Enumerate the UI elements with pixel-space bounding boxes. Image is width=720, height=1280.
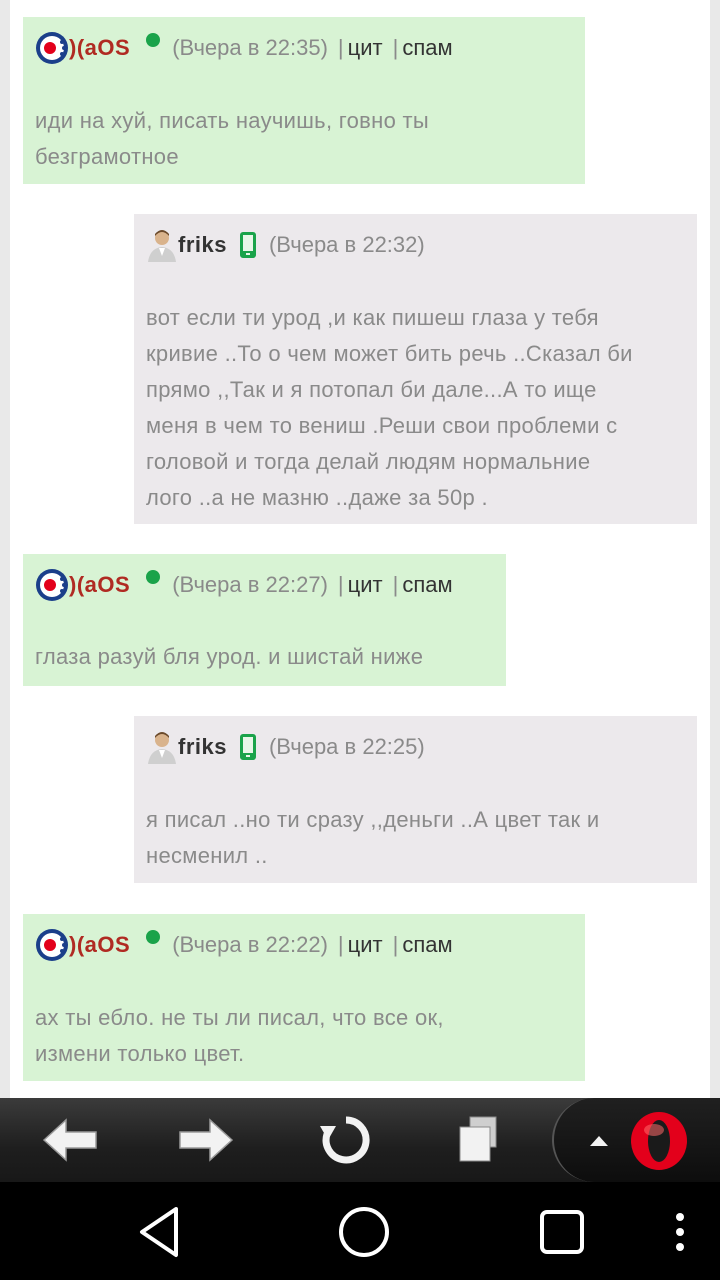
message-time: (Вчера в 22:25) <box>268 734 425 759</box>
text-line: головой и тогда делай людям нормальние <box>146 449 591 474</box>
message-header: friks (Вчера в 22:32) <box>146 230 425 262</box>
system-nav-bar <box>0 1182 720 1280</box>
forward-button[interactable] <box>174 1112 238 1168</box>
aos-logo-icon <box>36 929 68 961</box>
author-name[interactable]: friks <box>178 232 227 258</box>
message-own: )(aOS (Вчера в 22:27) | цит | спам глаза… <box>23 554 506 686</box>
message-text: ах ты ебло. не ты ли писал, что все ок, … <box>35 1000 573 1072</box>
text-line: иди на хуй, писать научишь, говно ты <box>35 108 430 133</box>
tabs-icon <box>459 1116 497 1162</box>
message-time: (Вчера в 22:32) <box>268 232 425 257</box>
overflow-menu-button[interactable] <box>648 1200 712 1264</box>
text-line: прямо ,,Так и я потопал би дале...А то и… <box>146 377 597 402</box>
text-line: глаза разуй бля урод. и шистай ниже <box>35 644 424 669</box>
opera-logo-icon <box>631 1112 687 1170</box>
message-text: я писал ..но ти сразу ,,деньги ..А цвет … <box>146 802 685 874</box>
author-name[interactable]: )(aOS <box>69 572 130 598</box>
forward-arrow-icon <box>179 1118 234 1162</box>
separator: | <box>392 35 399 60</box>
aos-logo-icon <box>36 32 68 64</box>
text-line: несменил .. <box>146 843 268 868</box>
text-line: безграмотное <box>35 144 179 169</box>
mobile-phone-icon <box>239 232 256 258</box>
message-header: )(aOS (Вчера в 22:27) | цит | спам <box>35 569 453 601</box>
system-back-button[interactable] <box>128 1200 192 1264</box>
back-triangle-icon <box>140 1207 178 1257</box>
text-line: ах ты ебло. не ты ли писал, что все ок, <box>35 1005 444 1030</box>
separator: | <box>337 572 344 597</box>
message-reply: friks (Вчера в 22:25) я писал ..но ти ср… <box>134 716 697 883</box>
message-time: (Вчера в 22:27) <box>172 572 328 597</box>
spam-link[interactable]: спам <box>402 932 452 958</box>
message-text: глаза разуй бля урод. и шистай ниже <box>35 639 494 675</box>
mobile-phone-icon <box>239 734 256 760</box>
separator: | <box>337 35 344 60</box>
online-dot-icon <box>146 33 161 47</box>
message-time: (Вчера в 22:35) <box>172 35 328 60</box>
separator: | <box>392 932 399 957</box>
spam-link[interactable]: спам <box>402 572 452 598</box>
back-button[interactable] <box>38 1112 102 1168</box>
cite-link[interactable]: цит <box>348 35 383 61</box>
online-dot-icon <box>146 570 161 584</box>
author-name[interactable]: )(aOS <box>69 932 130 958</box>
reload-icon <box>320 1116 370 1164</box>
spam-link[interactable]: спам <box>402 35 452 61</box>
message-own: )(aOS (Вчера в 22:35) | цит | спам иди н… <box>23 17 585 184</box>
text-line: я писал ..но ти сразу ,,деньги ..А цвет … <box>146 807 600 832</box>
overflow-dots-icon <box>676 1213 684 1251</box>
recents-square-icon <box>540 1210 584 1254</box>
message-text: иди на хуй, писать научишь, говно ты без… <box>35 103 573 175</box>
text-line: лого ..а не мазню ..даже за 50р . <box>146 485 488 510</box>
author-name[interactable]: )(aOS <box>69 35 130 61</box>
user-icon <box>148 230 176 262</box>
separator: | <box>392 572 399 597</box>
home-circle-icon <box>339 1207 389 1257</box>
aos-logo-icon <box>36 569 68 601</box>
page-content: )(aOS (Вчера в 22:35) | цит | спам иди н… <box>10 0 710 1098</box>
tabs-button[interactable] <box>446 1112 510 1168</box>
online-dot-icon <box>146 930 161 944</box>
system-recents-button[interactable] <box>530 1200 594 1264</box>
message-header: )(aOS (Вчера в 22:35) | цит | спам <box>35 32 453 64</box>
text-line: меня в чем то вениш .Реши свои проблеми … <box>146 413 618 438</box>
back-arrow-icon <box>42 1118 97 1162</box>
user-icon <box>148 732 176 764</box>
browser-toolbar <box>0 1098 720 1182</box>
text-line: кривие ..То о чем может бить речь ..Сказ… <box>146 341 633 366</box>
text-line: вот если ти урод ,и как пишеш глаза у те… <box>146 305 599 330</box>
author-name[interactable]: friks <box>178 734 227 760</box>
message-reply: friks (Вчера в 22:32) вот если ти урод ,… <box>134 214 697 524</box>
cite-link[interactable]: цит <box>348 932 383 958</box>
message-own: )(aOS (Вчера в 22:22) | цит | спам ах ты… <box>23 914 585 1081</box>
message-text: вот если ти урод ,и как пишеш глаза у те… <box>146 300 685 516</box>
text-line: измени только цвет. <box>35 1041 245 1066</box>
message-header: )(aOS (Вчера в 22:22) | цит | спам <box>35 929 453 961</box>
message-time: (Вчера в 22:22) <box>172 932 328 957</box>
reload-button[interactable] <box>314 1112 378 1168</box>
menu-up-icon <box>590 1136 608 1146</box>
message-header: friks (Вчера в 22:25) <box>146 732 425 764</box>
system-home-button[interactable] <box>332 1200 396 1264</box>
separator: | <box>337 932 344 957</box>
opera-menu-button[interactable] <box>552 1098 720 1182</box>
cite-link[interactable]: цит <box>348 572 383 598</box>
